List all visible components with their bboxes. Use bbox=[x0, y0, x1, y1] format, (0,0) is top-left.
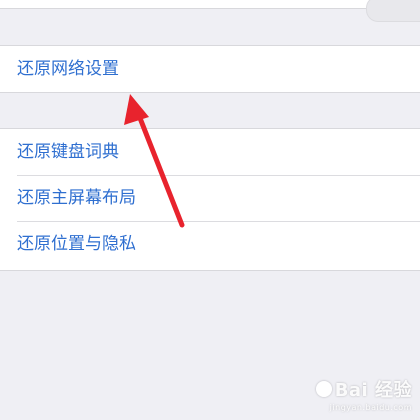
reset-home-screen-layout-item[interactable]: 还原主屏幕布局 bbox=[0, 175, 420, 221]
top-right-control bbox=[366, 0, 420, 22]
watermark-main: Bai 经验 bbox=[315, 376, 412, 402]
reset-network-settings-item[interactable]: 还原网络设置 bbox=[0, 46, 420, 92]
reset-location-privacy-item[interactable]: 还原位置与隐私 bbox=[0, 221, 420, 267]
reset-options-group: 还原键盘词典 还原主屏幕布局 还原位置与隐私 bbox=[0, 128, 420, 271]
previous-settings-cell bbox=[0, 0, 420, 9]
watermark-url: jingyan.baidu.com bbox=[329, 403, 412, 412]
reset-network-group: 还原网络设置 bbox=[0, 45, 420, 93]
baidu-paw-icon bbox=[315, 381, 332, 397]
baidu-jingyan-watermark: Bai 经验 jingyan.baidu.com bbox=[315, 376, 412, 412]
reset-keyboard-dictionary-item[interactable]: 还原键盘词典 bbox=[0, 129, 420, 175]
settings-reset-screen: 还原网络设置 还原键盘词典 还原主屏幕布局 还原位置与隐私 Bai 经验 jin… bbox=[0, 0, 420, 420]
watermark-text: Bai 经验 bbox=[334, 380, 412, 401]
